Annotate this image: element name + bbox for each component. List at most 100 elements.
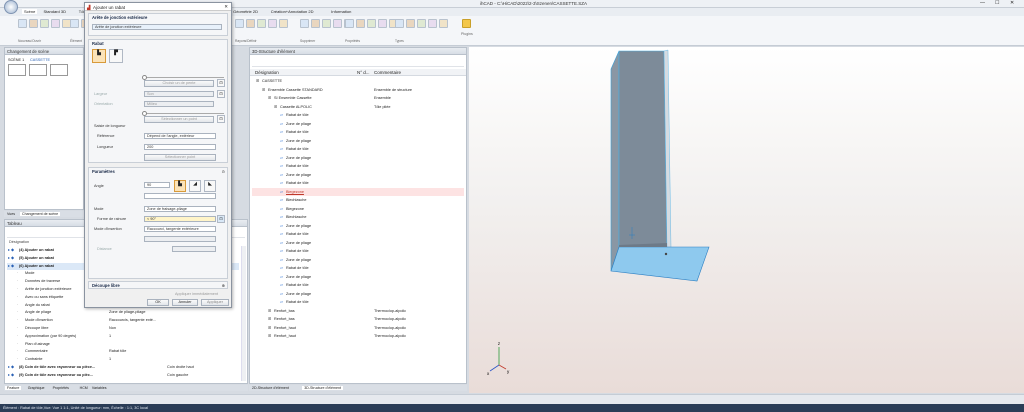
plugins-label[interactable]: Plugins xyxy=(461,32,473,36)
structure-tab[interactable]: 3D-Structure d'élément xyxy=(302,385,344,390)
ribbon-button[interactable] xyxy=(18,19,27,28)
structure-row[interactable]: ⊞ Renfort_haut Thermoclop-alpolic xyxy=(252,324,464,333)
feature-row[interactable]: · Approximation (par 90 degrés) 1 xyxy=(7,333,239,341)
3d-viewport[interactable]: z x y xyxy=(469,47,1024,393)
angle-option2-icon[interactable]: ◢ xyxy=(189,180,201,192)
apply-button[interactable]: Appliquer xyxy=(201,299,229,306)
ribbon-button[interactable] xyxy=(367,19,376,28)
structure-row[interactable]: ▱ Zone de pliage xyxy=(252,120,464,129)
structure-row[interactable]: ▱ Blechlasche xyxy=(252,196,464,205)
ribbon-button[interactable] xyxy=(322,19,331,28)
scene-item-sub[interactable]: CASSETTE xyxy=(30,58,50,62)
menu-tab[interactable]: Scène xyxy=(22,9,38,14)
angle-option3-icon[interactable]: ◣ xyxy=(204,180,216,192)
forme-pick-icon[interactable]: ⊡ xyxy=(217,215,225,223)
ribbon-button[interactable] xyxy=(345,19,354,28)
mode-select[interactable]: Zone de fraisage-pliage xyxy=(144,206,216,212)
feature-row[interactable]: · Contrainte 1 xyxy=(7,356,239,364)
structure-row[interactable]: ▱ Zone de pliage xyxy=(252,239,464,248)
scene-item-label[interactable]: SCÈNE 1 xyxy=(8,58,24,62)
structure-row[interactable]: ▱ Rabat de tôle xyxy=(252,264,464,273)
params-collapse-icon[interactable]: ⊙ xyxy=(222,169,225,174)
ribbon-button[interactable] xyxy=(40,19,49,28)
col-comment[interactable]: Commentaire xyxy=(374,70,401,75)
menu-tab[interactable]: Création+Annotation 2D xyxy=(271,9,314,14)
structure-row[interactable]: ⊞ CASSETTE xyxy=(252,77,464,86)
angle-input[interactable]: 90 xyxy=(144,182,170,188)
structure-row[interactable]: ▱ Biegezone xyxy=(252,205,464,214)
ribbon-button[interactable] xyxy=(378,19,387,28)
forme-select[interactable]: < 90° xyxy=(144,216,216,222)
slider1-track[interactable] xyxy=(144,77,224,78)
maximize-icon[interactable]: ☐ xyxy=(995,0,999,6)
feature-tab[interactable]: HCM xyxy=(78,386,90,390)
col-number[interactable]: N° d... xyxy=(357,70,370,75)
structure-row[interactable]: ▱ Rabat de tôle xyxy=(252,247,464,256)
structure-row[interactable]: ▱ Rabat de tôle xyxy=(252,128,464,137)
insertion-select[interactable]: Raccourci, tangente extérieure xyxy=(144,226,216,232)
structure-row[interactable]: ▱ Blechlasche xyxy=(252,213,464,222)
decoupe-group-title[interactable]: Découpe libre xyxy=(89,282,227,289)
longueur-input[interactable]: 200 xyxy=(144,144,216,150)
structure-row[interactable]: ▱ Rabat de tôle xyxy=(252,281,464,290)
scene-thumbnail[interactable] xyxy=(50,64,68,76)
feature-tab[interactable]: Variables xyxy=(90,386,109,390)
scene-thumbnail[interactable] xyxy=(29,64,47,76)
minimize-icon[interactable]: — xyxy=(980,0,985,6)
ribbon-button[interactable] xyxy=(279,19,288,28)
ribbon-button[interactable] xyxy=(417,19,426,28)
ribbon-button[interactable] xyxy=(311,19,320,28)
structure-tab[interactable]: 2D-Structure d'élément xyxy=(250,386,291,390)
ribbon-button[interactable] xyxy=(246,19,255,28)
rabat-type-icon[interactable]: ▙ xyxy=(92,49,106,63)
tab-scene-change[interactable]: Changement de scène xyxy=(20,211,61,216)
structure-row[interactable]: ▱ Zone de pliage xyxy=(252,256,464,265)
angle-option1-icon[interactable]: ▙ xyxy=(174,180,186,192)
structure-row[interactable]: ▱ Zone de pliage xyxy=(252,222,464,231)
ribbon-button[interactable] xyxy=(406,19,415,28)
orientation-select[interactable]: Milieu xyxy=(144,101,214,107)
feature-tab[interactable]: Feature xyxy=(5,385,22,390)
feature-tab[interactable]: Propriétés xyxy=(51,386,71,390)
slider2-pick-icon[interactable]: ⊡ xyxy=(217,115,225,123)
ribbon-button[interactable] xyxy=(428,19,437,28)
structure-row[interactable]: ⊞ Cassette ALPOLIC Tôle pliée xyxy=(252,103,464,112)
ribbon-button[interactable] xyxy=(257,19,266,28)
tab-vues[interactable]: Vues xyxy=(5,212,17,216)
structure-row[interactable]: ▱ Zone de pliage xyxy=(252,171,464,180)
decoupe-expand-icon[interactable]: ⊕ xyxy=(222,283,225,288)
ribbon-button[interactable] xyxy=(51,19,60,28)
ribbon-button[interactable] xyxy=(300,19,309,28)
largeur-pick-icon[interactable]: ⊡ xyxy=(217,90,225,98)
rabat-type2-icon[interactable]: ▛ xyxy=(109,49,123,63)
ribbon-button[interactable] xyxy=(333,19,342,28)
slider2-button[interactable]: Sélectionner un point xyxy=(144,116,214,123)
structure-row[interactable]: ▱ Zone de pliage xyxy=(252,273,464,282)
ribbon-button[interactable] xyxy=(235,19,244,28)
ribbon-button[interactable] xyxy=(70,19,79,28)
slider1-button[interactable]: Choisir un de pente xyxy=(144,80,214,87)
ok-button[interactable]: OK xyxy=(147,299,169,306)
structure-row[interactable]: ⊞ SI Ensemble Cassette Ensemble xyxy=(252,94,464,103)
reference-select[interactable]: Dépend de l'angle, extérieur xyxy=(144,133,216,139)
largeur-select[interactable]: Son xyxy=(144,91,214,97)
menu-tab[interactable]: Géométrie 2D xyxy=(233,9,258,14)
structure-row[interactable]: ▱ Zone de pliage xyxy=(252,154,464,163)
structure-row[interactable]: ⊞ Renfort_bas Thermoclop-alpolic xyxy=(252,315,464,324)
structure-row[interactable]: ▱ Zone de pliage xyxy=(252,137,464,146)
col-designation[interactable]: Désignation xyxy=(255,70,279,75)
ribbon-button[interactable] xyxy=(268,19,277,28)
feature-scrollbar[interactable] xyxy=(241,246,246,381)
menu-tab[interactable]: Information xyxy=(331,9,351,14)
dialog-close-icon[interactable]: ✕ xyxy=(224,4,228,10)
ribbon-button[interactable] xyxy=(29,19,38,28)
feature-row[interactable]: ▸ ◆ (8) Coin de tôle avec rayonneur ou pi… xyxy=(7,364,239,372)
insertion-extra-field[interactable] xyxy=(144,236,216,242)
structure-row[interactable]: ▱ Biegezone xyxy=(252,187,464,196)
scene-thumbnail[interactable] xyxy=(8,64,26,76)
structure-row[interactable]: ⊞ Renfort_bas Thermoclop-alpolic xyxy=(252,307,464,316)
feature-row[interactable]: · Angle de pliage Zone de pliage-pliage xyxy=(7,309,239,317)
structure-row[interactable]: ▱ Rabat de tôle xyxy=(252,230,464,239)
cancel-button[interactable]: Annuler xyxy=(172,299,198,306)
ribbon-button[interactable] xyxy=(356,19,365,28)
